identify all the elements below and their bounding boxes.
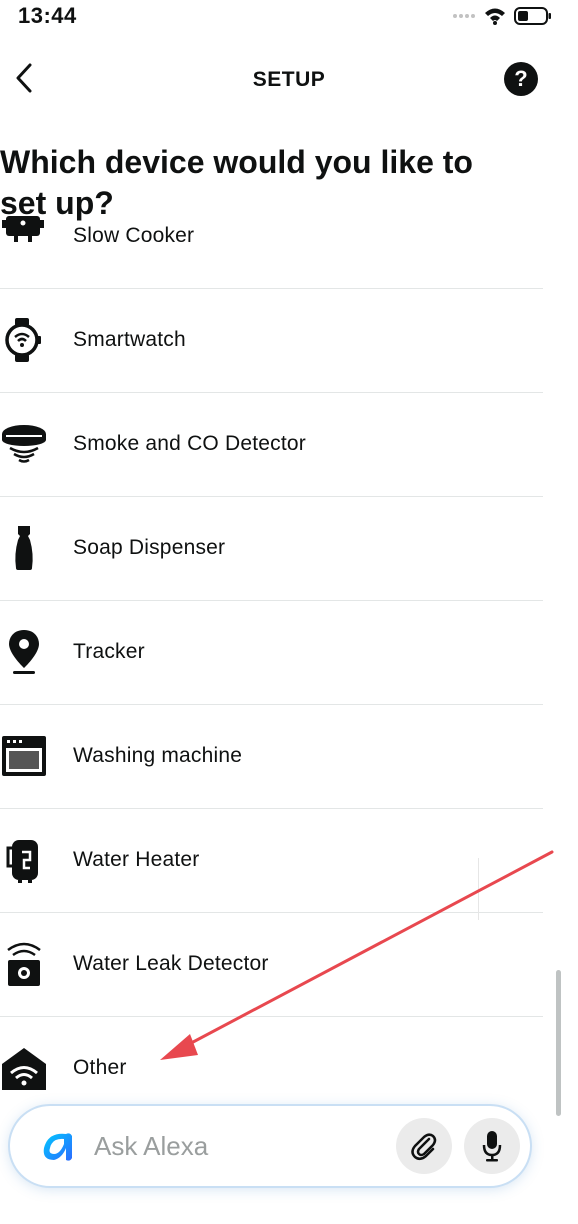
microphone-button[interactable] — [464, 1118, 520, 1174]
device-list[interactable]: Slow Cooker Smartwatch Smoke and CO Dete… — [0, 184, 543, 1104]
help-icon: ? — [514, 66, 528, 91]
list-item-smartwatch[interactable]: Smartwatch — [0, 288, 543, 393]
water-heater-icon — [0, 836, 48, 884]
water-leak-detector-icon — [0, 940, 48, 988]
list-item-water-leak-detector[interactable]: Water Leak Detector — [0, 912, 543, 1017]
washing-machine-icon — [0, 732, 48, 780]
item-label: Tracker — [73, 640, 145, 663]
list-item-water-heater[interactable]: Water Heater — [0, 808, 543, 913]
divider-spacer — [0, 184, 543, 289]
ask-alexa-bar[interactable] — [10, 1106, 530, 1186]
item-label: Smoke and CO Detector — [73, 432, 306, 455]
item-label: Water Heater — [73, 848, 200, 871]
item-label: Water Leak Detector — [73, 952, 269, 975]
status-icons — [452, 6, 552, 26]
attachment-icon — [411, 1133, 437, 1160]
item-label: Other — [73, 1056, 127, 1079]
help-button[interactable]: ? — [504, 62, 538, 96]
page-title: SETUP — [252, 68, 326, 91]
status-bar: 13:44 — [0, 0, 578, 36]
status-time: 13:44 — [18, 3, 77, 28]
scrollbar[interactable] — [556, 970, 561, 1116]
item-label: Soap Dispenser — [73, 536, 226, 559]
wifi-icon — [485, 8, 505, 25]
list-item-tracker[interactable]: Tracker — [0, 600, 543, 705]
other-device-icon — [0, 1044, 48, 1092]
smartwatch-icon — [0, 316, 48, 364]
ask-alexa-input[interactable] — [94, 1128, 374, 1164]
battery-icon — [514, 7, 551, 25]
header: SETUP ? — [0, 48, 578, 112]
list-item-other[interactable]: Other — [0, 1016, 543, 1104]
divider-line — [478, 858, 479, 920]
attachment-button[interactable] — [396, 1118, 452, 1174]
tracker-icon — [0, 628, 48, 676]
alexa-logo-icon — [43, 1133, 72, 1161]
list-item-soap-dispenser[interactable]: Soap Dispenser — [0, 496, 543, 601]
list-item-washing-machine[interactable]: Washing machine — [0, 704, 543, 809]
microphone-icon — [482, 1131, 502, 1162]
signal-icon — [453, 14, 475, 18]
soap-dispenser-icon — [0, 524, 48, 572]
list-item-smoke-co-detector[interactable]: Smoke and CO Detector — [0, 392, 543, 497]
smoke-detector-icon — [0, 420, 48, 468]
item-label: Smartwatch — [73, 328, 186, 351]
item-label: Washing machine — [73, 744, 243, 767]
